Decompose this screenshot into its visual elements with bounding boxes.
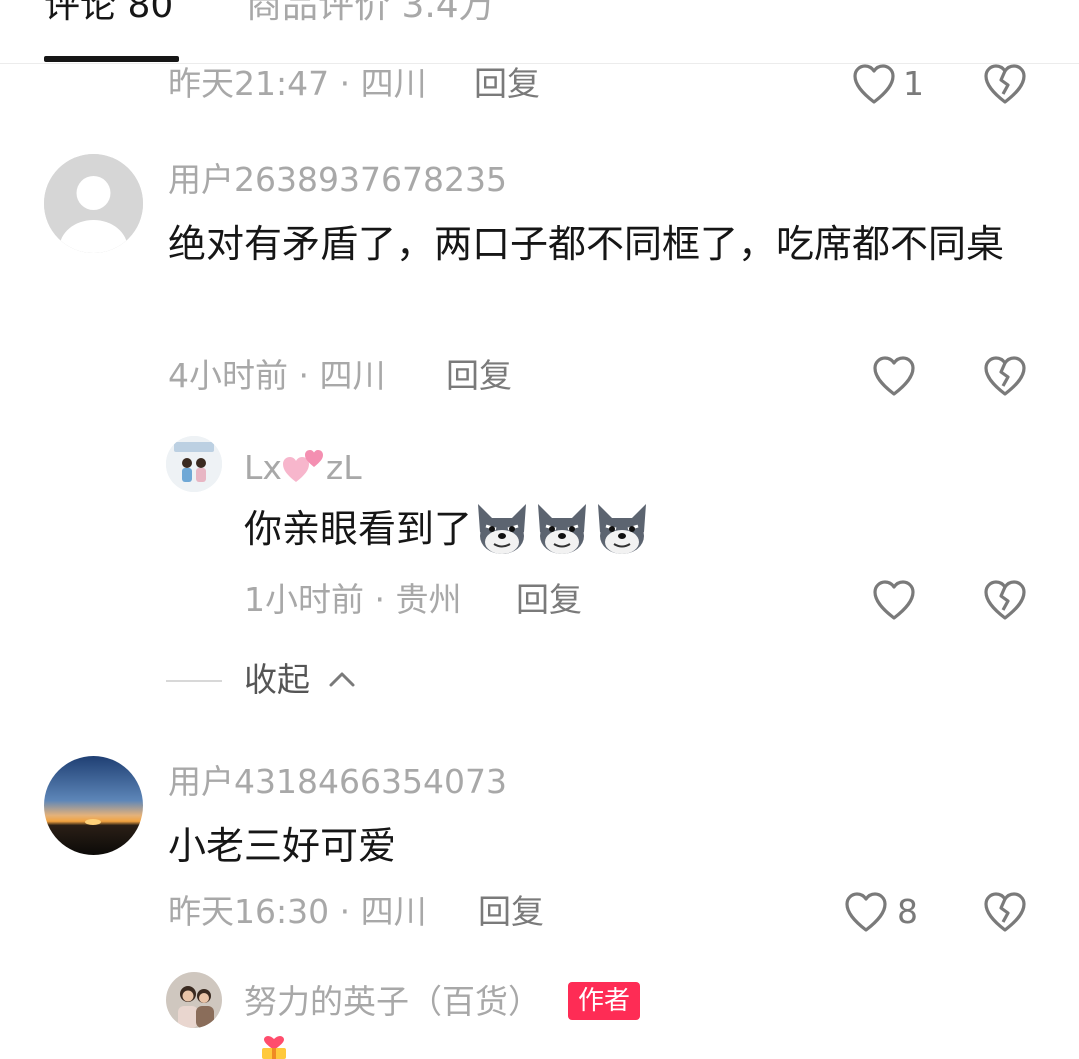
- comment-tabs: 评论 80 商品评价 3.4万: [0, 0, 1079, 64]
- username-part: Lx: [244, 448, 282, 487]
- broken-heart-icon[interactable]: [982, 62, 1028, 106]
- meta-separator: ·: [329, 64, 361, 103]
- avatar[interactable]: [44, 154, 143, 253]
- comment-time: 昨天16:30: [168, 892, 330, 931]
- reply-username[interactable]: 努力的英子（百货）: [244, 982, 541, 1022]
- heart-icon[interactable]: [871, 578, 917, 622]
- avatar[interactable]: [166, 436, 222, 492]
- wolf-face-emoji: [598, 504, 647, 554]
- avatar[interactable]: [166, 972, 222, 1028]
- broken-heart-icon[interactable]: [982, 890, 1028, 934]
- comment-location: 四川: [360, 892, 427, 931]
- broken-heart-icon[interactable]: [982, 354, 1028, 398]
- heart-icon[interactable]: [851, 62, 897, 106]
- meta-separator: ·: [364, 580, 396, 619]
- heart-icon[interactable]: [843, 890, 889, 934]
- like-count: 8: [897, 892, 918, 931]
- meta-separator: ·: [329, 892, 361, 931]
- reply-location: 贵州: [395, 580, 462, 619]
- comment-text: 绝对有矛盾了，两口子都不同框了，吃席都不同桌: [168, 222, 1005, 266]
- reply-button[interactable]: 回复: [478, 892, 544, 932]
- chevron-up-icon: [329, 672, 354, 687]
- active-tab-indicator: [44, 56, 179, 62]
- like-count: 1: [903, 64, 924, 103]
- reply-username[interactable]: Lx zL: [244, 448, 362, 488]
- reply-button[interactable]: 回复: [474, 64, 540, 104]
- comment-username[interactable]: 用户4318466354073: [168, 762, 507, 802]
- comment-username[interactable]: 用户2638937678235: [168, 160, 507, 200]
- comment-location: 四川: [319, 356, 386, 395]
- comment-time: 昨天21:47: [168, 64, 330, 103]
- meta-separator: ·: [288, 356, 320, 395]
- tab-comments[interactable]: 评论 80: [44, 0, 173, 28]
- emoji-group: [472, 498, 652, 576]
- avatar[interactable]: [44, 756, 143, 855]
- comment-text: 小老三好可爱: [168, 824, 397, 868]
- sunset-photo-icon: [44, 756, 143, 855]
- comment-time: 4小时前: [168, 356, 288, 395]
- default-avatar-icon: [44, 154, 143, 253]
- heart-gift-emoji: [262, 1036, 286, 1059]
- comment-location: 四川: [360, 64, 427, 103]
- tab-product-reviews[interactable]: 商品评价 3.4万: [246, 0, 495, 28]
- username-part: zL: [325, 448, 362, 487]
- user-photo-icon: [166, 972, 222, 1028]
- reply-meta: 1小时前 · 贵州: [244, 580, 461, 620]
- reply-text-body: 你亲眼看到了: [244, 507, 473, 551]
- author-badge: 作者: [568, 982, 641, 1020]
- reply-time: 1小时前: [244, 580, 364, 619]
- comment-meta: 4小时前 · 四川: [168, 356, 385, 396]
- collapse-divider: [166, 680, 222, 682]
- reply-button[interactable]: 回复: [446, 356, 512, 396]
- collapse-label: 收起: [244, 660, 310, 699]
- collapse-replies-button[interactable]: 收起: [244, 660, 357, 700]
- reply-text: 你亲眼看到了: [244, 496, 944, 576]
- wolf-face-emoji: [538, 504, 587, 554]
- comment-meta: 昨天16:30 · 四川: [168, 892, 427, 932]
- reply-button[interactable]: 回复: [516, 580, 582, 620]
- heart-icon[interactable]: [871, 354, 917, 398]
- comment-meta: 昨天21:47 · 四川: [168, 64, 427, 104]
- two-hearts-icon: [282, 450, 323, 482]
- broken-heart-icon[interactable]: [982, 578, 1028, 622]
- wolf-face-emoji: [478, 504, 527, 554]
- user-photo-icon: [166, 436, 222, 492]
